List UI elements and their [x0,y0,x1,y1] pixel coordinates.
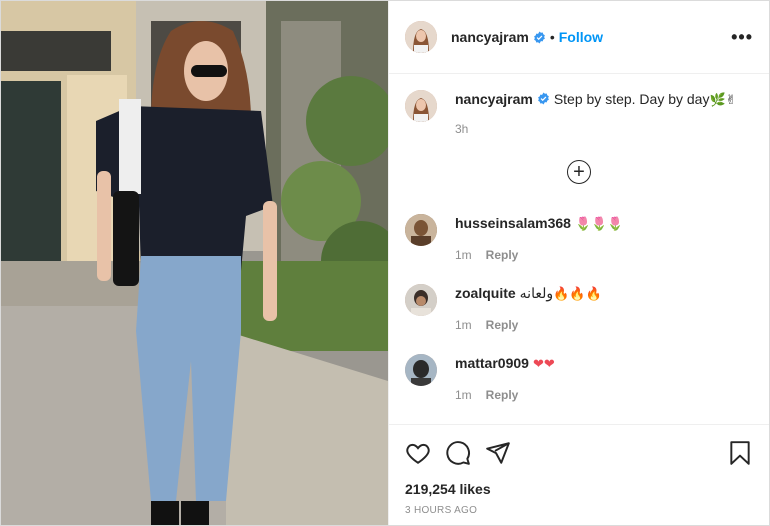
comments-list: nancyajram Step by step. Day by day🌿✌ 3h … [389,74,769,424]
comment-emoji: 🌷🌷🌷 [574,217,624,232]
comment-item: zoalquite ولعانه🔥🔥🔥 1m Reply [405,284,753,332]
comment-username[interactable]: mattar0909 [455,355,529,371]
share-icon[interactable] [485,440,511,466]
reply-button[interactable]: Reply [486,248,519,262]
caption-body: Step by step. Day by day [553,91,710,107]
post-footer: 219,254 likes 3 HOURS AGO [389,424,769,525]
reply-button[interactable]: Reply [486,388,519,402]
post-photo-illustration [1,1,388,525]
post-photo[interactable] [1,1,388,525]
comment-icon[interactable] [445,440,471,466]
comment-username[interactable]: zoalquite [455,285,516,301]
caption-emoji: 🌿✌ [709,93,737,108]
caption-username[interactable]: nancyajram [455,91,533,107]
avatar[interactable] [405,90,437,122]
comment-emoji: ❤❤ [532,357,555,372]
post-sidebar: nancyajram • Follow ••• nancyajram Step b… [388,1,769,525]
comment-time: 1m [455,388,472,402]
comment-emoji: 🔥🔥🔥 [553,287,602,302]
bookmark-icon[interactable] [727,440,753,466]
separator-dot: • [549,29,555,45]
caption-text: nancyajram Step by step. Day by day🌿✌ [455,90,737,110]
load-more-comments[interactable]: + [405,160,753,184]
instagram-post: nancyajram • Follow ••• nancyajram Step b… [0,0,770,526]
comment-item: mattar0909 ❤❤ 1m Reply [405,354,753,402]
verified-badge-icon [537,92,549,105]
post-username[interactable]: nancyajram [451,29,529,45]
verified-badge-icon [533,31,545,43]
likes-count[interactable]: 219,254 likes [405,481,753,497]
caption: nancyajram Step by step. Day by day🌿✌ 3h [405,90,753,136]
avatar[interactable] [405,284,437,316]
caption-time: 3h [455,122,469,136]
plus-circle-icon[interactable]: + [567,160,591,184]
avatar[interactable] [405,21,437,53]
more-options-icon[interactable]: ••• [731,27,753,48]
comment-username[interactable]: husseinsalam368 [455,215,571,231]
action-bar [405,425,753,481]
post-header: nancyajram • Follow ••• [389,1,769,74]
comment-time: 1m [455,248,472,262]
reply-button[interactable]: Reply [486,318,519,332]
comment-text: ولعانه [519,285,554,301]
follow-button[interactable]: Follow [559,29,603,45]
heart-icon[interactable] [405,440,431,466]
avatar[interactable] [405,214,437,246]
comment-item: husseinsalam368 🌷🌷🌷 1m Reply [405,214,753,262]
avatar[interactable] [405,354,437,386]
post-date[interactable]: 3 HOURS AGO [405,505,753,516]
comment-time: 1m [455,318,472,332]
